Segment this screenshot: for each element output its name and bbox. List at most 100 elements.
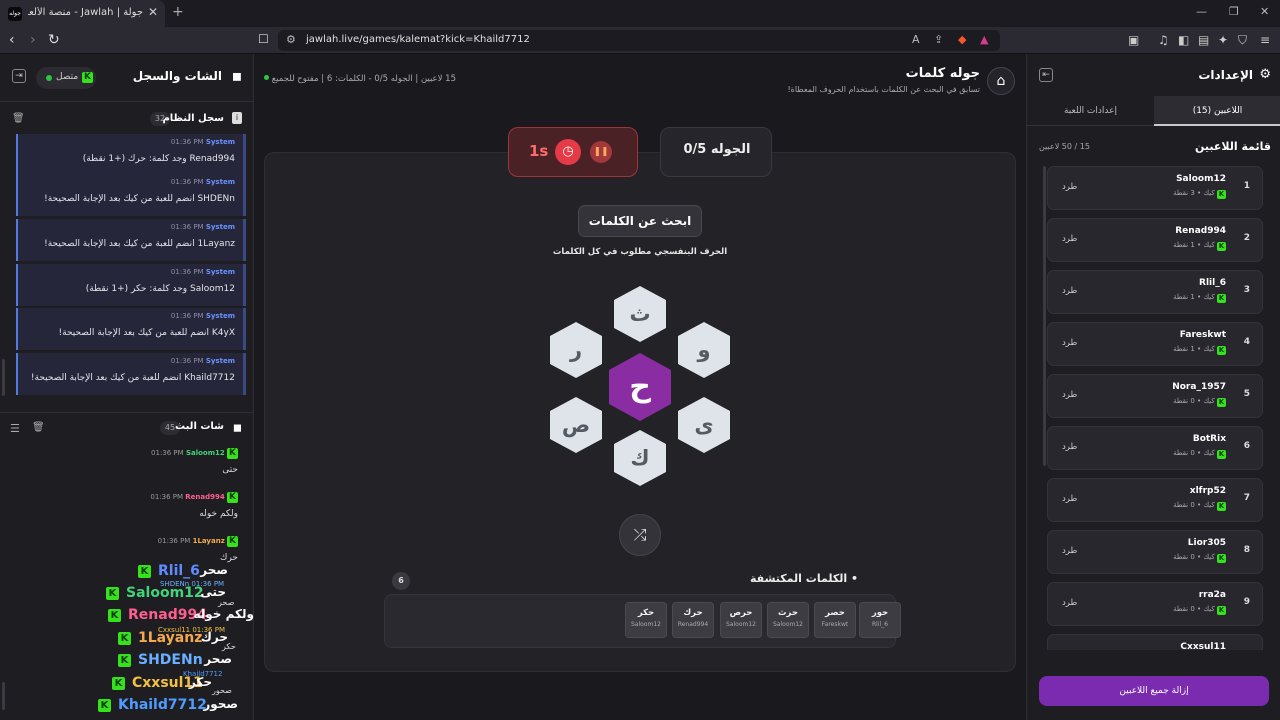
log-scrollbar[interactable] [2,359,5,396]
round-label: الجوله 0/5 [683,142,751,157]
player-source: كيك [1203,397,1215,405]
chat-scrollbar[interactable] [2,682,5,710]
game-header: ⌂ جوله كلمات تسابق في البحث عن الكلمات ب… [254,54,1026,102]
log-author: System [205,138,235,146]
url-bar[interactable]: ⚙ jawlah.live/games/kalemat?kick=Khaild7… [278,30,1000,51]
game-title: جوله كلمات [905,66,980,81]
minimize-icon[interactable]: — [1196,5,1207,18]
wallet-icon[interactable]: ▤ [1198,33,1209,47]
overlay-entry: K Rlil_6 صحر [138,563,228,583]
back-icon[interactable]: ‹ [9,32,15,48]
tab-title: جولة | Jawlah - منصة الألعاب التفا [28,7,143,18]
player-name: Nora_1957 [1172,382,1226,392]
player-source: كيك [1203,241,1215,249]
game-subtitle: تسابق في البحث عن الكلمات باستخدام الحرو… [787,85,980,94]
menu-icon[interactable]: ≡ [1260,33,1270,47]
forward-icon[interactable]: › [30,32,36,48]
kick-player-button[interactable]: طرد [1062,338,1077,348]
log-time: 01:36 PM [170,223,204,231]
log-entry: 01:36 PM System 1Layanz انضم للعبة من كي… [16,219,246,261]
brave-shield-icon[interactable]: ◆ [958,33,966,46]
reload-icon[interactable]: ↻ [48,32,60,48]
stream-chat-title: شات البث [175,421,224,432]
bookmark-icon[interactable]: ☐ [258,32,269,46]
found-word-chip: حكر Saloom12 [625,602,667,638]
kick-player-button[interactable]: طرد [1062,234,1077,244]
browser-tab[interactable]: جوله جولة | Jawlah - منصة الألعاب التفا … [0,0,165,27]
player-rank: 4 [1243,337,1250,347]
close-tab-icon[interactable]: ✕ [148,5,158,19]
player-row: 5 Nora_1957 K كيك • 0 نقطة طرد [1047,374,1263,418]
rewards-icon[interactable]: ▲ [980,33,988,46]
restore-icon[interactable]: ❐ [1229,5,1239,18]
share-icon[interactable]: ⇪ [934,33,943,46]
player-rank: 9 [1243,597,1250,607]
clear-chat-icon[interactable]: 🗑 [32,422,45,433]
log-author: System [205,178,235,186]
tab-game-settings[interactable]: إعدادات اللعبة [1027,96,1154,126]
kick-player-button[interactable]: طرد [1062,286,1077,296]
kick-player-button[interactable]: طرد [1062,390,1077,400]
chat-bubble-icon: ◼ [232,421,242,434]
found-word: حرك [683,608,703,618]
clear-log-icon[interactable]: 🗑 [12,113,25,124]
ai-icon[interactable]: ✦ [1218,33,1228,47]
player-name: rra2a [1198,590,1226,600]
find-words-button[interactable]: ابحث عن الكلمات [578,205,702,237]
kick-icon: K [1217,554,1226,563]
player-row: 4 Fareskwt K كيك • 1 نقطة طرد [1047,322,1263,366]
player-meta: K كيك • 3 نقطة [1173,189,1226,199]
player-source: كيك [1203,501,1215,509]
game-stats: 15 لاعبين | الجوله 0/5 - الكلمات: 6 | مف… [264,74,456,84]
filter-icon[interactable]: ☰ [10,422,20,435]
home-icon[interactable]: ⌂ [987,67,1015,95]
player-points: 1 نقطة [1173,241,1195,249]
tab-players[interactable]: اللاعبين (15) [1154,96,1280,126]
player-points: 0 نقطة [1173,397,1195,405]
remove-all-players-button[interactable]: إزالة جميع اللاعبين [1039,676,1269,706]
kick-icon: K [118,654,131,667]
overlay-word: صحر [204,652,232,666]
tab-search-icon[interactable]: ▣ [1128,33,1139,47]
kick-player-button[interactable]: طرد [1062,182,1077,192]
chat-message: 01:36 PM Renad994 K ولكم خوله [0,492,254,532]
found-word: حرث [778,608,798,618]
players-scrollbar[interactable] [1043,166,1046,466]
log-author: System [205,223,235,231]
player-rank: 7 [1243,493,1250,503]
shuffle-icon[interactable]: ⤮ [619,514,661,556]
collapse-settings-icon[interactable]: ⇤ [1039,68,1053,82]
player-source: كيك [1203,189,1215,197]
players-list: 1 Saloom12 K كيك • 3 نقطة طرد 2 Renad994… [1043,166,1269,650]
pause-button[interactable]: ❚❚ [590,141,612,163]
log-text: SHDENn انضم للعبة من كيك بعد الإجابة الص… [44,194,235,204]
overlay-name: Rlil_6 [158,563,200,579]
window-close-icon[interactable]: ✕ [1260,5,1269,18]
kick-player-button[interactable]: طرد [1062,494,1077,504]
players-count: 15 / 50 لاعبين [1039,142,1090,151]
found-word-chip: حصر Fareskwt [814,602,856,638]
log-entry: 01:36 PM System Renad994 وجد كلمة: حرك (… [16,134,246,176]
chat-time: 01:36 PM [157,537,191,545]
site-info-icon[interactable]: ⚙ [286,33,296,46]
vpn-icon[interactable]: ⛉ [1238,33,1247,48]
found-words-count: 6 [392,572,410,590]
new-tab-icon[interactable]: + [172,4,184,20]
player-source: كيك [1203,605,1215,613]
log-time: 01:36 PM [170,138,204,146]
kick-player-button[interactable]: طرد [1062,598,1077,608]
kick-icon: K [1217,502,1226,511]
overlay-entry: K SHDENn صحر [118,652,232,672]
sidebar-icon[interactable]: ◧ [1178,33,1189,47]
player-rank: 3 [1243,285,1250,295]
kick-player-button[interactable]: طرد [1062,546,1077,556]
found-word: حور [871,608,889,618]
player-meta: K كيك • 0 نقطة [1173,501,1226,511]
kick-icon: K [138,565,151,578]
player-row: 3 Rlil_6 K كيك • 1 نقطة طرد [1047,270,1263,314]
kick-player-button[interactable]: طرد [1062,442,1077,452]
translate-icon[interactable]: A [912,33,920,46]
collapse-panel-icon[interactable]: ⇥ [12,69,26,83]
found-word-player: Saloom12 [773,621,803,628]
music-icon[interactable]: ♫ [1158,33,1169,47]
